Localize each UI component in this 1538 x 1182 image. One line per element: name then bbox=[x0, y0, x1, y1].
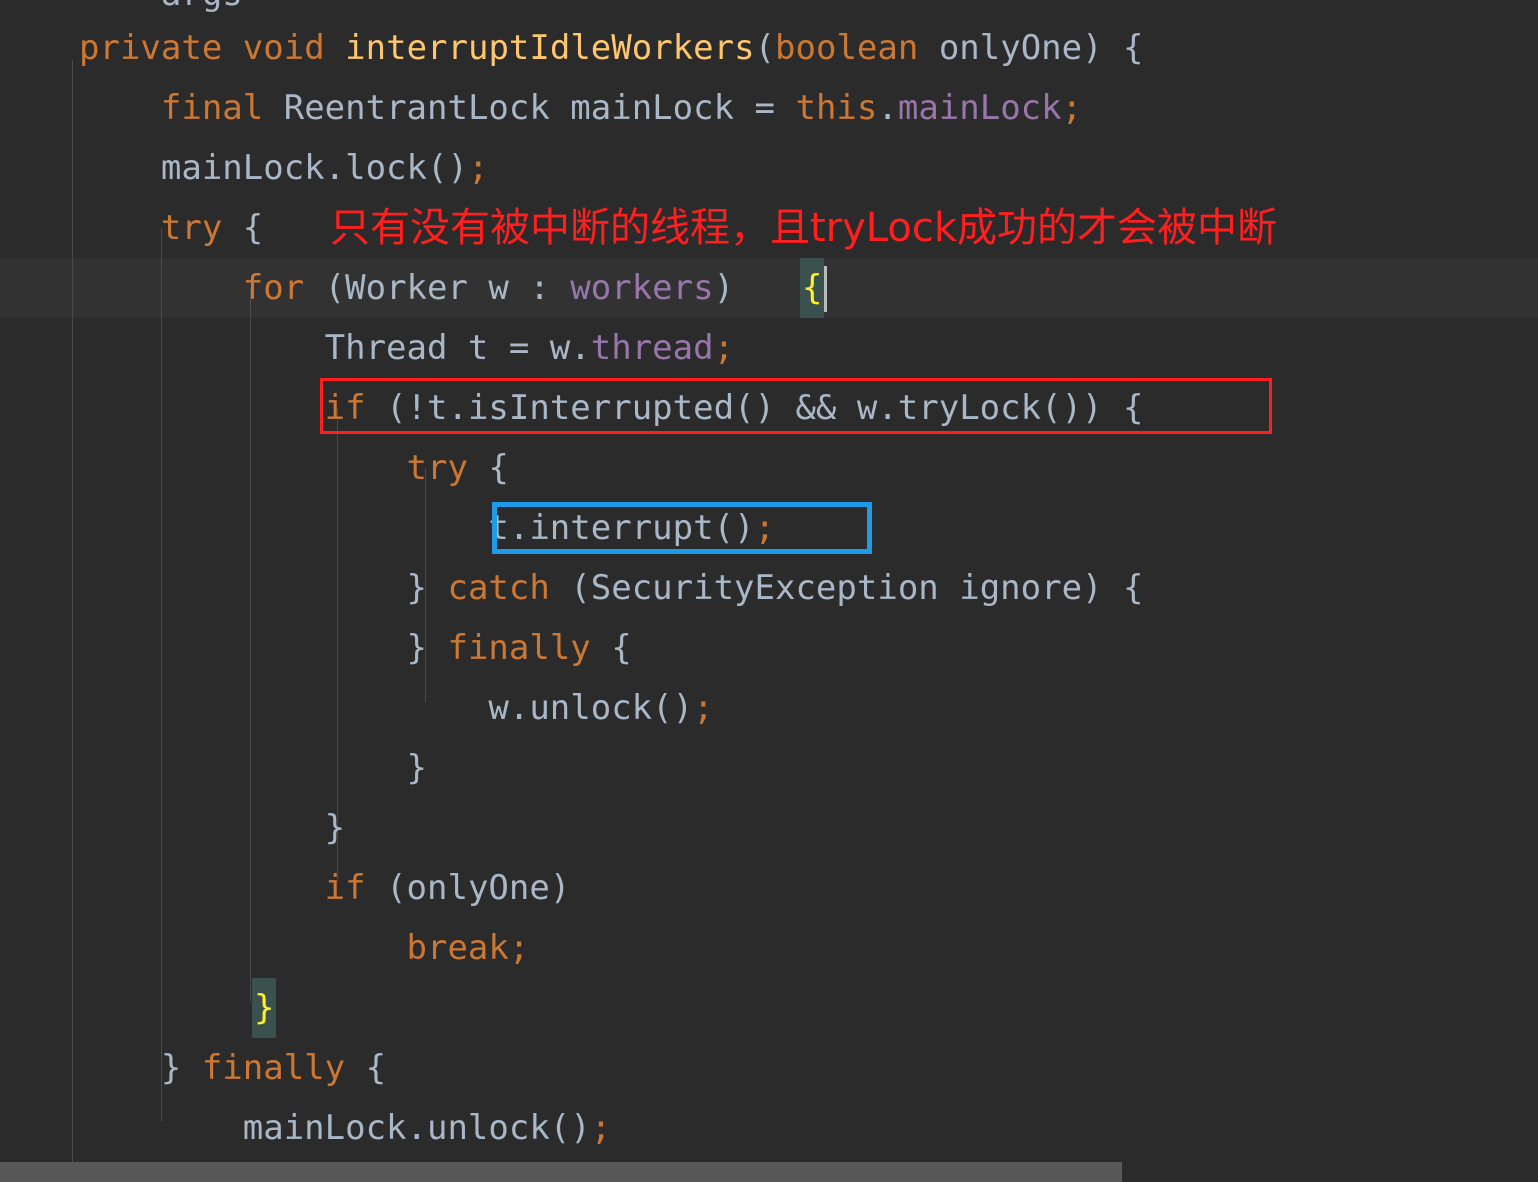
code-token: { bbox=[590, 628, 632, 668]
line-w-unlock[interactable]: w.unlock(); bbox=[79, 678, 714, 738]
code-token: catch bbox=[447, 568, 550, 608]
brace-close-for-glyph: } bbox=[254, 988, 275, 1028]
horizontal-scrollbar-thumb[interactable] bbox=[0, 1162, 1122, 1182]
line-close-for[interactable] bbox=[79, 978, 243, 1038]
line-finally-inner[interactable]: } finally { bbox=[79, 618, 632, 678]
line-final-reentrantlock[interactable]: final ReentrantLock mainLock = this.main… bbox=[79, 78, 1082, 138]
line-try-inner[interactable]: try { bbox=[79, 438, 509, 498]
code-token: . bbox=[877, 88, 898, 128]
code-text-area[interactable]: args private void interruptIdleWorkers(bo… bbox=[0, 0, 1538, 1182]
code-token: for bbox=[242, 268, 305, 308]
code-token: ; bbox=[713, 328, 735, 368]
code-token: ; bbox=[1061, 88, 1083, 128]
line-break[interactable]: break; bbox=[79, 918, 530, 978]
code-token: try bbox=[160, 208, 223, 248]
code-token: mainLock bbox=[897, 88, 1062, 128]
code-token: void bbox=[242, 28, 325, 68]
code-token: } bbox=[79, 568, 448, 608]
code-token: Thread t = w. bbox=[79, 328, 591, 368]
code-token: thread bbox=[590, 328, 714, 368]
code-token: if bbox=[324, 868, 366, 908]
code-token: ; bbox=[590, 1108, 612, 1148]
code-token: finally bbox=[201, 1048, 346, 1088]
code-token: (Worker w : bbox=[304, 268, 571, 308]
code-token: ) bbox=[713, 268, 755, 308]
code-token: { bbox=[222, 208, 264, 248]
horizontal-scrollbar-track[interactable] bbox=[0, 1162, 1538, 1182]
code-token: args bbox=[161, 0, 243, 14]
code-token: (onlyOne) bbox=[365, 868, 571, 908]
code-token: ( bbox=[754, 28, 776, 68]
line-try-open[interactable]: try { bbox=[79, 198, 263, 258]
code-token: } bbox=[79, 748, 427, 788]
code-token: { bbox=[345, 1048, 387, 1088]
code-token: final bbox=[160, 88, 264, 128]
code-token: mainLock.unlock() bbox=[79, 1108, 591, 1148]
code-token: workers bbox=[570, 268, 714, 308]
line-if-interrupted[interactable]: if (!t.isInterrupted() && w.tryLock()) { bbox=[79, 378, 1144, 438]
code-token: { bbox=[467, 448, 509, 488]
code-token: try bbox=[406, 448, 468, 488]
text-caret bbox=[824, 266, 827, 312]
line-mainlock-unlock[interactable]: mainLock.unlock(); bbox=[79, 1098, 611, 1158]
brace-open-for-glyph: { bbox=[802, 268, 823, 308]
code-token: t.interrupt() bbox=[79, 508, 755, 548]
code-token: interruptIdleWorkers bbox=[345, 28, 755, 68]
code-token: } bbox=[79, 808, 346, 848]
code-token: ReentrantLock mainLock = bbox=[263, 88, 796, 128]
line-close-if[interactable]: } bbox=[79, 798, 345, 858]
line-finally-outer[interactable]: } finally { bbox=[79, 1038, 386, 1098]
code-token: private bbox=[79, 28, 223, 68]
line-for-workers[interactable]: for (Worker w : workers) bbox=[79, 258, 755, 318]
code-token: ; bbox=[693, 688, 714, 728]
code-token: finally bbox=[447, 628, 591, 668]
code-token: break bbox=[406, 928, 509, 968]
line-signature[interactable]: private void interruptIdleWorkers(boolea… bbox=[79, 18, 1144, 78]
line-mainlock-lock[interactable]: mainLock.lock(); bbox=[79, 138, 489, 198]
code-token: (SecurityException ignore) { bbox=[549, 568, 1144, 608]
line-close-finally[interactable]: } bbox=[79, 738, 427, 798]
code-token: ; bbox=[508, 928, 530, 968]
code-token: if bbox=[324, 388, 366, 428]
code-token: w.unlock() bbox=[79, 688, 694, 728]
code-token: } bbox=[79, 628, 448, 668]
code-token: boolean bbox=[775, 28, 919, 68]
code-token: (!t.isInterrupted() && w.tryLock()) { bbox=[365, 388, 1144, 428]
code-token: ; bbox=[754, 508, 775, 548]
annotation-note: 只有没有被中断的线程，且tryLock成功的才会被中断 bbox=[330, 205, 1278, 251]
line-t-interrupt[interactable]: t.interrupt(); bbox=[79, 498, 775, 558]
line-catch-security[interactable]: } catch (SecurityException ignore) { bbox=[79, 558, 1144, 618]
code-editor[interactable]: args private void interruptIdleWorkers(bo… bbox=[0, 0, 1538, 1182]
code-token: this bbox=[795, 88, 878, 128]
code-token: } bbox=[79, 1048, 202, 1088]
line-if-onlyone[interactable]: if (onlyOne) bbox=[79, 858, 571, 918]
code-token: mainLock.lock() bbox=[79, 148, 468, 188]
code-token: onlyOne) { bbox=[918, 28, 1144, 68]
code-token: ; bbox=[467, 148, 489, 188]
line-thread-t[interactable]: Thread t = w.thread; bbox=[79, 318, 734, 378]
